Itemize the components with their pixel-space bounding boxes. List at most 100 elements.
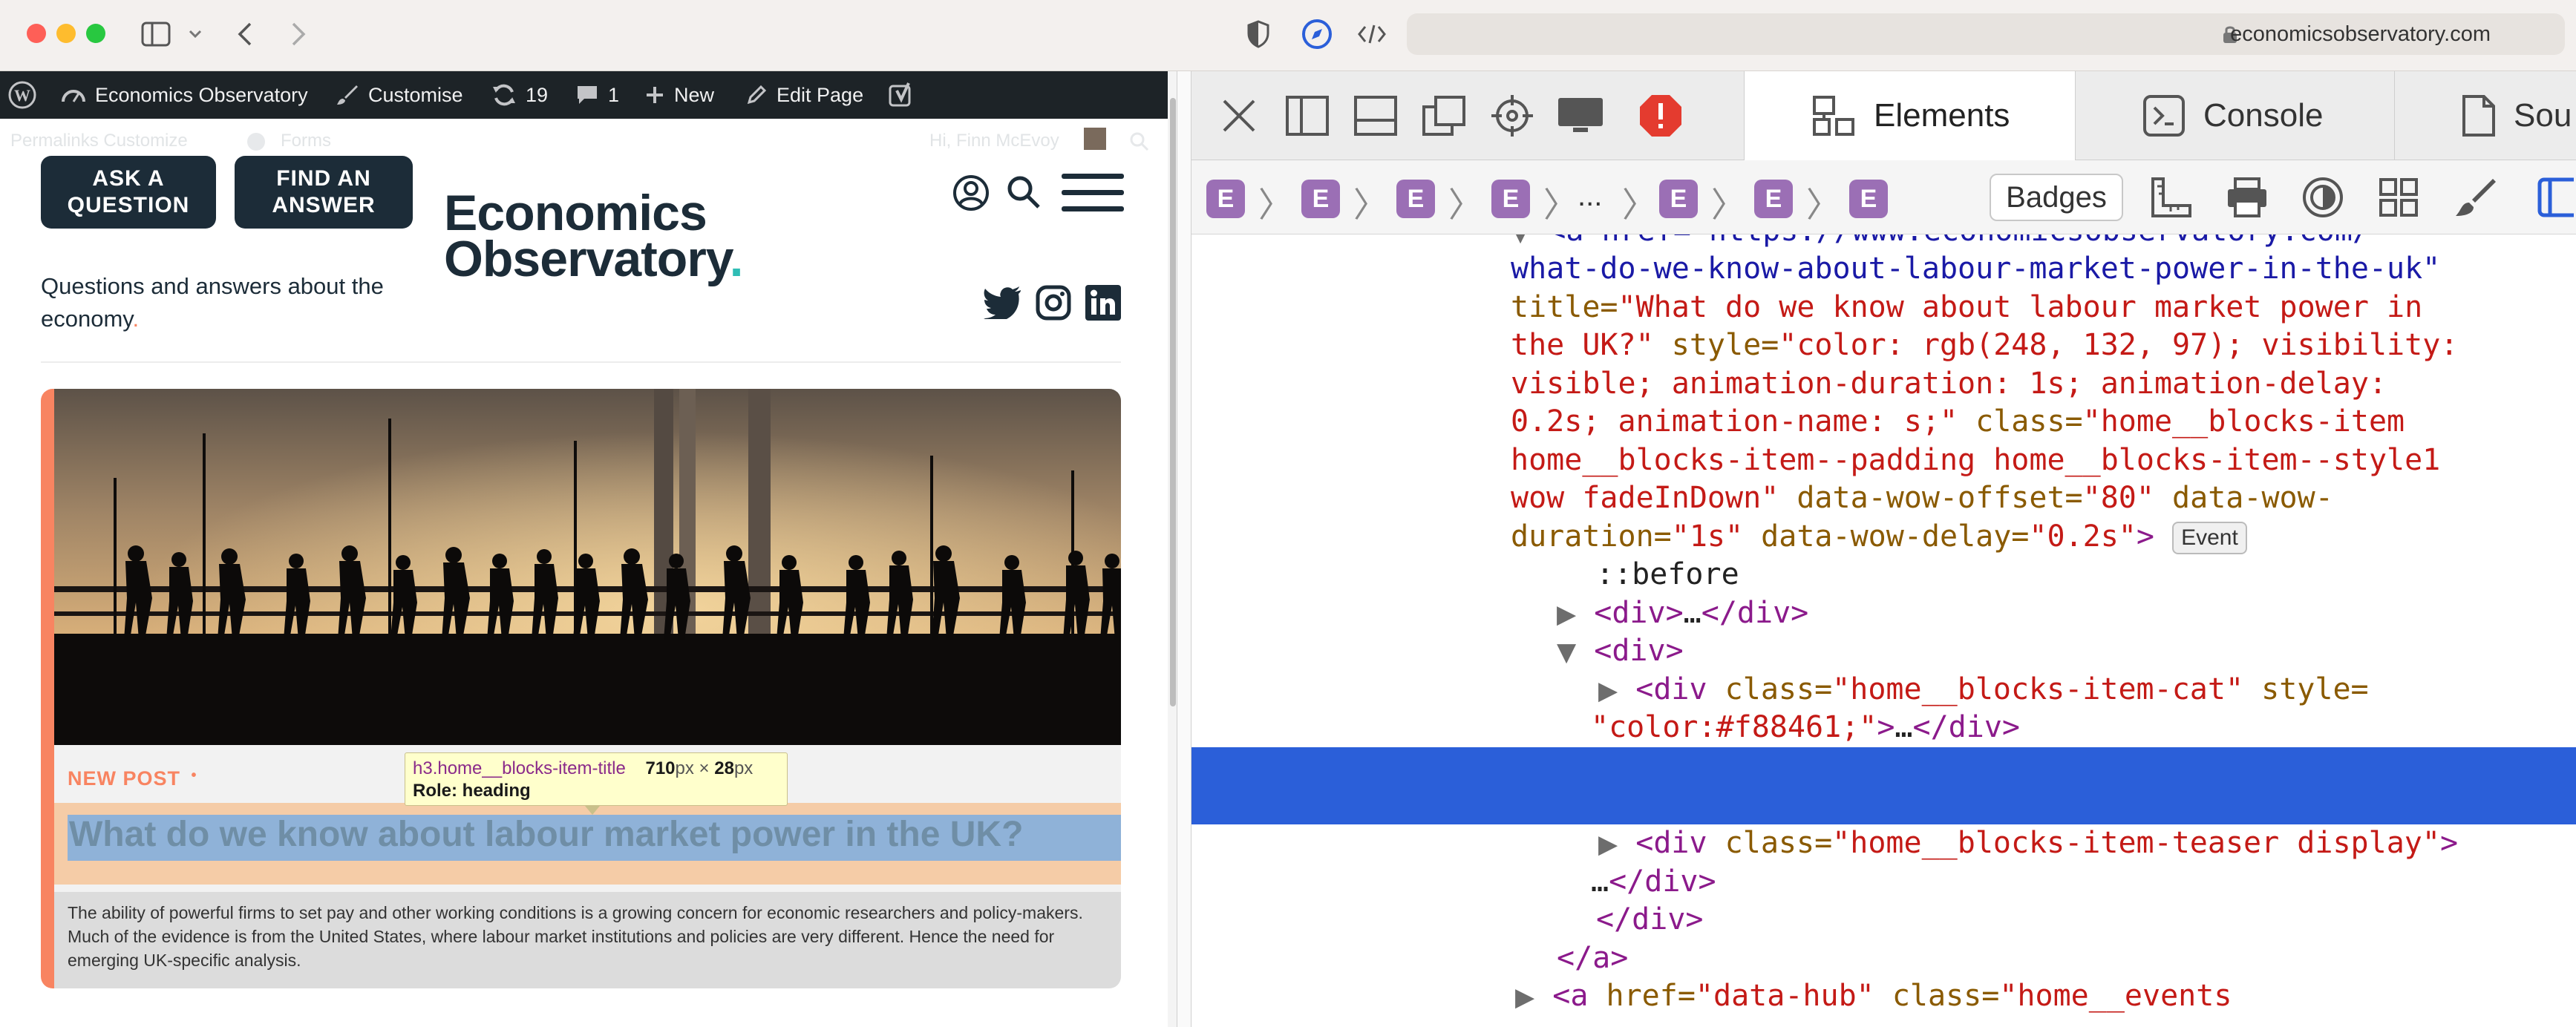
linkedin-icon[interactable] [1085,285,1121,324]
admin-edit-page[interactable]: Edit Page [745,71,863,119]
avatar[interactable] [1082,126,1108,151]
grid-layout-icon[interactable] [2373,172,2424,223]
error-indicator-icon[interactable] [1635,91,1686,141]
dom-line[interactable]: ▶ <a href="data-hub" class="home__events [1515,977,2232,1016]
ask-question-button[interactable]: ASK A QUESTION [41,156,216,229]
dock-left-icon[interactable] [1282,91,1333,141]
web-page: W Economics Observatory Customise 19 1 N… [0,71,1168,1027]
featured-post-card[interactable]: NEW POST • What do we know about labour … [41,389,1121,988]
ghost-admin-row: Permalinks Customize Forms Hi, Finn McEv… [0,126,1168,156]
breadcrumb-element[interactable]: E [1396,180,1435,218]
event-badge[interactable]: Event [2172,522,2247,554]
expand-triangle-icon[interactable]: ▶ [1557,600,1576,629]
collapse-triangle-icon[interactable]: ▼ [1557,637,1576,667]
page-scrollbar-thumb[interactable] [1170,98,1176,706]
breadcrumb-element[interactable]: E [1849,180,1888,218]
forward-icon[interactable] [285,18,312,50]
privacy-shield-icon[interactable] [1243,18,1273,50]
brush-icon [337,85,358,105]
dom-line-selected[interactable]: <h3 class="home__blocks-item-title">What… [1635,747,2494,974]
dom-line[interactable]: title="What do we know about labour mark… [1511,289,2422,327]
admin-updates[interactable]: 19 [491,71,548,119]
browser-toolbar: economicsobservatory.com [0,0,2576,71]
chevron-down-icon[interactable] [186,22,205,46]
appearance-icon[interactable] [2298,172,2348,223]
tab-console[interactable]: Console [2075,71,2394,160]
yoast-seo-icon[interactable] [888,71,915,119]
plus-icon [647,87,663,103]
instagram-icon[interactable] [1036,285,1071,324]
site-logo[interactable]: Economics Observatory. [444,188,743,284]
ruler-icon[interactable] [2146,172,2197,223]
elements-tree-icon [1813,96,1854,136]
tab-elements[interactable]: Elements [1744,71,2075,160]
tab-sources[interactable]: Sou [2394,71,2576,160]
expand-triangle-icon[interactable]: ▶ [1598,676,1618,706]
dom-line[interactable]: ▼ <a href="https://www.economicsobservat… [1511,234,2370,251]
dom-line[interactable]: what-do-we-know-about-labour-market-powe… [1511,250,2440,289]
admin-new[interactable]: New [644,71,714,119]
dom-line[interactable]: 0.2s; animation-name: s;" class="home__b… [1511,403,2405,442]
post-category: NEW POST • [68,767,197,790]
breadcrumb-element[interactable]: E [1491,180,1530,218]
hamburger-menu-icon[interactable] [1062,172,1124,217]
dom-line[interactable]: ▶ <div class="home__blocks-item-teaser d… [1598,824,2458,863]
pencil-icon [747,85,767,105]
find-answer-button[interactable]: FIND AN ANSWER [235,156,413,229]
dom-line[interactable]: ▼ <div> [1557,632,1684,671]
sidebar-toggle-icon[interactable] [2534,172,2576,223]
close-devtools-icon[interactable] [1214,91,1264,141]
close-window-button[interactable] [27,24,46,43]
admin-customise[interactable]: Customise [336,71,463,119]
element-picker-icon[interactable] [1487,91,1537,141]
sidebar-icon[interactable] [140,19,172,49]
breadcrumb-chevron-icon: 〉 [1543,185,1578,225]
inspector-tooltip: h3.home__blocks-item-title 710px × 28px … [405,752,788,806]
device-preview-icon[interactable] [1555,91,1606,141]
dom-line[interactable]: duration="1s" data-wow-delay="0.2s"> Eve… [1511,518,2247,557]
dom-line[interactable]: </a> [1557,939,1628,978]
dom-line[interactable]: …</div> [1591,863,1716,902]
safari-compass-icon[interactable] [1299,16,1335,52]
breadcrumb-ellipsis[interactable]: ... [1578,180,1602,213]
dom-line[interactable]: wow fadeInDown" data-wow-offset="80" dat… [1511,479,2333,518]
dom-line[interactable]: ▶ <div>…</div> [1557,594,1808,633]
header-divider [41,361,1121,363]
dom-line[interactable]: home__blocks-item--padding home__blocks-… [1511,442,2440,480]
post-title[interactable]: What do we know about labour market powe… [69,814,1023,855]
twitter-icon[interactable] [984,286,1022,323]
badges-button[interactable]: Badges [1990,174,2123,221]
admin-comments[interactable]: 1 [575,71,619,119]
zoom-window-button[interactable] [86,24,105,43]
minimize-window-button[interactable] [56,24,76,43]
back-icon[interactable] [232,18,258,50]
account-icon[interactable] [952,174,990,216]
dom-line[interactable]: the UK?" style="color: rgb(248, 132, 97)… [1511,327,2458,365]
code-brackets-icon[interactable] [1356,18,1388,50]
dom-line[interactable]: </div> [1596,901,1704,939]
hero-image-silhouettes [54,389,1121,745]
dom-line[interactable]: "color:#f88461;">…</div> [1591,709,2020,747]
admin-site-name[interactable]: Economics Observatory [61,71,308,119]
paintbrush-icon[interactable] [2449,172,2500,223]
undock-window-icon[interactable] [1419,91,1469,141]
address-bar[interactable]: economicsobservatory.com [1407,13,2565,55]
dom-line[interactable]: ▶ <div class="home__blocks-item-cat" sty… [1598,671,2369,709]
dom-line[interactable]: visible; animation-duration: 1s; animati… [1511,365,2387,404]
expand-triangle-icon[interactable]: ▶ [1515,982,1534,1012]
console-icon [2143,95,2185,137]
dock-bottom-icon[interactable] [1350,91,1401,141]
wordpress-logo-icon[interactable]: W [7,71,37,119]
breadcrumb-element[interactable]: E [1659,180,1698,218]
print-icon[interactable] [2222,172,2272,223]
dom-breadcrumb: E 〉 E 〉 E 〉 E 〉 ... 〉 E 〉 E 〉 E Badges [1191,160,2576,234]
breadcrumb-chevron-icon: 〉 [1353,185,1387,225]
breadcrumb-element[interactable]: E [1754,180,1793,218]
pane-divider[interactable] [1177,71,1191,1027]
breadcrumb-chevron-icon: 〉 [1622,185,1656,225]
breadcrumb-element[interactable]: E [1301,180,1340,218]
search-icon[interactable] [1005,174,1042,214]
breadcrumb-element[interactable]: E [1206,180,1245,218]
expand-triangle-icon[interactable]: ▶ [1598,830,1618,859]
dom-line[interactable]: ::before [1596,556,1739,594]
